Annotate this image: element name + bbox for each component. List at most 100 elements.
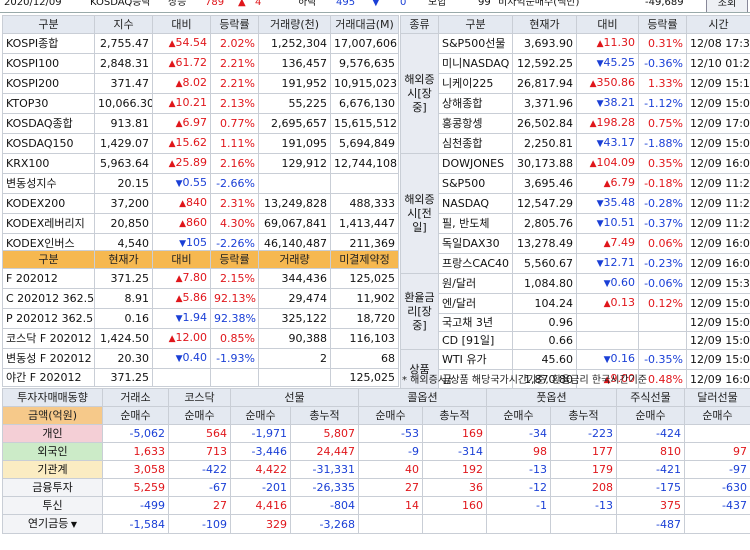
instrument-name: 프랑스CAC40 xyxy=(438,253,513,274)
down-arrow-icon: ▼ xyxy=(596,259,604,269)
table-row[interactable]: 환율금리[장중] 원/달러 1,084.80 ▼0.60 -0.06% 12/09 15:… xyxy=(400,273,750,350)
value-cell: -424 xyxy=(616,424,685,443)
open-interest: 11,902 xyxy=(330,288,399,309)
sub-header: 총누적 xyxy=(550,406,617,425)
index-value: 1,429.07 xyxy=(94,133,153,154)
change-cell: ▲7.49 xyxy=(576,233,639,254)
value-cell: -13 xyxy=(550,496,617,515)
value-cell: 713 xyxy=(168,442,231,461)
table-row[interactable]: S&P5003,695.46▲6.79-0.18%12/09 11:26 xyxy=(401,173,750,194)
change-cell: ▼0.16 xyxy=(576,349,639,370)
value-cell: 4,416 xyxy=(230,496,291,515)
value-cell: -13 xyxy=(486,460,551,479)
dropdown-icon[interactable]: ▼ xyxy=(68,520,77,529)
arb-value: -49,689 xyxy=(645,0,684,8)
table-row[interactable]: 미니NASDAQ12,592.25▼45.25-0.36%12/10 01:26 xyxy=(401,53,750,74)
value-cell: 27 xyxy=(168,496,231,515)
table-row[interactable]: 니케이22526,817.94▲350.861.33%12/09 15:15 xyxy=(401,73,750,94)
table-row[interactable]: KOSDAQ150 1,429.07 ▲15.62 1.11% 191,095 5,694… xyxy=(2,133,399,154)
index-name: KODEX200 xyxy=(2,193,95,214)
table-row[interactable]: KTOP30 10,066.30 ▲10.21 2.13% 55,225 6,676,13… xyxy=(2,93,399,114)
table-row[interactable]: KRX100 5,963.64 ▲25.89 2.16% 129,912 12,744,1… xyxy=(2,153,399,174)
table-row[interactable]: 투신 -499 27 4,416 -804 14 160 -1 -13 375 -437 xyxy=(2,496,750,515)
table-row[interactable]: KODEX200 37,200 ▲840 2.31% 13,249,828 488,333 xyxy=(2,193,399,214)
table-row[interactable]: 해외증시[장중] S&P500선물 3,693.90 ▲11.30 0.31% 12/08… xyxy=(400,33,750,154)
unit-label: 금액(억원) xyxy=(2,406,103,425)
table-row[interactable]: 변동성 F 202012 20.30 ▼0.40 -1.93% 2 68 xyxy=(2,348,399,369)
table-row[interactable]: 상품WTI 유가45.60▼0.16-0.35%12/09 15:00 xyxy=(400,349,750,390)
table-row[interactable]: KODEX레버리지 20,850 ▲860 4.30% 69,067,841 1,413,… xyxy=(2,213,399,234)
table-row[interactable]: 국고채 3년0.96 12/09 15:00 xyxy=(401,313,750,332)
table-row[interactable]: 홍콩항셍26,502.84▲198.280.75%12/09 17:09 xyxy=(401,113,750,134)
change-cell: ▲5.86 xyxy=(152,288,211,309)
value-cell xyxy=(684,514,750,534)
contract-name: C 202012 362.5 xyxy=(2,288,95,309)
table-row[interactable]: 개인 -5,062 564 -1,971 5,807 -53 169 -34 -223 -424 xyxy=(2,424,750,443)
change-value: 0.55 xyxy=(182,176,208,189)
amount: 488,333 xyxy=(330,193,399,214)
sub-header: 순매수 xyxy=(230,406,291,425)
table-row[interactable]: 외국인 1,633 713 -3,446 24,447 -9 -314 98 177 810 97 xyxy=(2,442,750,461)
up-arrow-icon: ▲ xyxy=(589,159,597,169)
value-cell: 169 xyxy=(422,424,487,443)
timestamp: 12/09 15:00 xyxy=(686,313,750,332)
table-row[interactable]: 금융투자 5,259 -67 -201 -26,335 27 36 -12 208 -175 -63… xyxy=(2,478,750,497)
table-row[interactable]: 독일DAX3013,278.49▲7.490.06%12/09 16:00 xyxy=(401,233,750,254)
timestamp: 12/09 17:09 xyxy=(686,113,750,134)
table-row[interactable]: CD [91일]0.66 12/09 15:00 xyxy=(401,331,750,350)
down-label: 하락 xyxy=(298,0,317,8)
value-cell: 97 xyxy=(684,442,750,461)
change-rate: 2.15% xyxy=(210,268,259,289)
group-label: 환율금리[장중] xyxy=(400,273,439,350)
table-row[interactable]: 연기금등 ▼ -1,584 -109 329 -3,268 -487 xyxy=(2,514,750,534)
table-row[interactable]: KOSPI200 371.47 ▲8.02 2.21% 191,952 10,915,02… xyxy=(2,73,399,94)
table-row[interactable]: 상해종합3,371.96▼38.21-1.12%12/09 15:01 xyxy=(401,93,750,114)
index-table: 구분 지수 대비 등락률 거래량(천) 거래대금(M) KOSPI종합 2,755.47 ▲5… xyxy=(2,15,399,254)
change-value: 8.02 xyxy=(182,76,208,89)
change-cell: ▲198.28 xyxy=(576,113,639,134)
value-cell: -109 xyxy=(168,514,231,534)
change-cell: ▼43.17 xyxy=(576,133,639,154)
amount: 1,413,447 xyxy=(330,213,399,234)
volume: 55,225 xyxy=(258,93,331,114)
change-value: 0.16 xyxy=(610,352,636,365)
table-row[interactable]: 기관계 3,058 -422 4,422 -31,331 40 192 -13 179 -421-… xyxy=(2,460,750,479)
table-row[interactable]: C 202012 362.5 8.91 ▲5.86 92.13% 29,474 11,90… xyxy=(2,288,399,309)
table-row[interactable]: 변동성지수 20.15 ▼0.55 -2.66% xyxy=(2,173,399,194)
table-row[interactable]: 엔/달러104.24▲0.130.12%12/09 15:00 xyxy=(401,293,750,314)
current-price: 0.66 xyxy=(512,331,577,350)
table-row[interactable]: 코스닥 F 202012 1,424.50 ▲12.00 0.85% 90,388 116… xyxy=(2,328,399,349)
timestamp: 12/09 15:30 xyxy=(686,273,750,294)
column-header: 등락률 xyxy=(210,15,259,34)
table-row[interactable]: NASDAQ12,547.29▼35.48-0.28%12/09 11:21 xyxy=(401,193,750,214)
value-cell: -97 xyxy=(684,460,750,479)
table-row[interactable]: 야간 F 202012 371.25 125,025 xyxy=(2,368,399,387)
change-value: 12.71 xyxy=(603,256,636,269)
change-value: 35.48 xyxy=(603,196,636,209)
instrument-name: S&P500 xyxy=(438,173,513,194)
change-rate: 0.77% xyxy=(210,113,259,134)
table-row[interactable]: P 202012 362.5 0.16 ▼1.94 92.38% 325,122 18,7… xyxy=(2,308,399,329)
instrument-name: WTI 유가 xyxy=(438,349,513,370)
query-button[interactable]: 조회 xyxy=(706,0,748,12)
up-arrow-icon: ▲ xyxy=(603,179,611,189)
table-row[interactable]: KOSDAQ종합 913.81 ▲6.97 0.77% 2,695,657 15,615,… xyxy=(2,113,399,134)
date-label: 2020/12/09 xyxy=(4,0,62,8)
current-price: 45.60 xyxy=(512,349,577,370)
table-row[interactable]: 심천종합2,250.81▼43.17-1.88%12/09 15:00 xyxy=(401,133,750,154)
table-row[interactable]: KOSPI종합 2,755.47 ▲54.54 2.02% 1,252,304 17,00… xyxy=(2,33,399,54)
volume xyxy=(258,368,331,387)
timestamp: 12/09 15:00 xyxy=(686,349,750,370)
current-price: 104.24 xyxy=(512,293,577,314)
table-row[interactable]: 해외증시[전일] DOWJONES 30,173.88 ▲104.09 0.35% 12/… xyxy=(400,153,750,274)
table-row[interactable]: F 202012 371.25 ▲7.80 2.15% 344,436 125,025 xyxy=(2,268,399,289)
change-cell: ▼10.51 xyxy=(576,213,639,234)
change-cell: ▼0.60 xyxy=(576,273,639,294)
value-cell: -31,331 xyxy=(290,460,359,479)
table-row[interactable]: 프랑스CAC405,560.67▼12.71-0.23%12/09 16:00 xyxy=(401,253,750,274)
contract-name: F 202012 xyxy=(2,268,95,289)
table-row[interactable]: KOSPI100 2,848.31 ▲61.72 2.21% 136,457 9,576,… xyxy=(2,53,399,74)
table-row[interactable]: 필, 반도체2,805.76▼10.51-0.37%12/09 11:21 xyxy=(401,213,750,234)
change-value: 45.25 xyxy=(603,56,636,69)
column-header: 등락률 xyxy=(638,15,687,34)
